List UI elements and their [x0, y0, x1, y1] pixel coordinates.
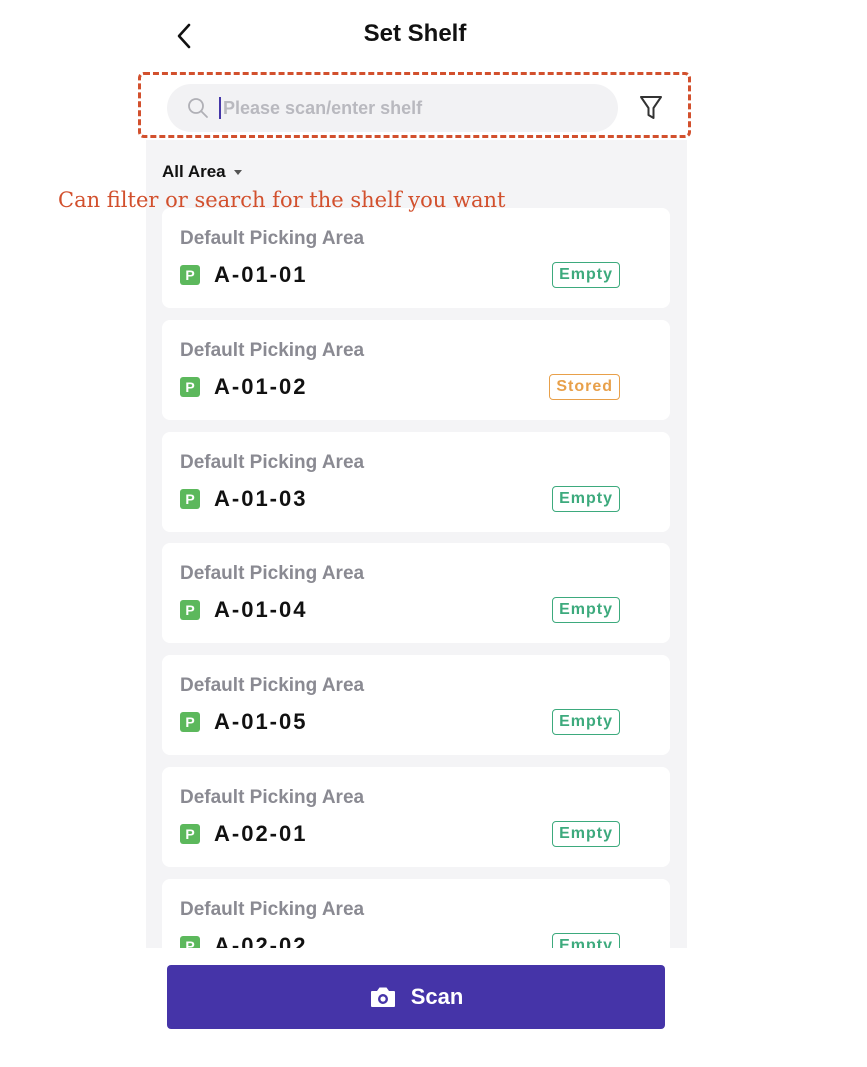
shelf-code-row: P A-01-05 [180, 709, 307, 735]
shelf-type-badge: P [180, 265, 200, 285]
shelf-card[interactable]: Default Picking Area P A-01-02 Stored [162, 319, 670, 420]
shelf-type-badge: P [180, 935, 200, 948]
page: Set Shelf Default Picking Area P A-01-01 Em… [0, 0, 867, 1067]
shelf-type-badge: P [180, 824, 200, 844]
shelf-code-row: P A-01-03 [180, 486, 307, 512]
shelf-code: A-01-01 [214, 262, 308, 287]
shelf-code: A-02-02 [214, 932, 308, 948]
shelf-status-badge: Empty [552, 932, 620, 948]
shelf-type-badge: P [180, 600, 200, 621]
filter-button[interactable] [635, 90, 667, 126]
shelf-card[interactable]: Default Picking Area P A-02-01 Empty [162, 767, 670, 867]
shelf-list[interactable]: Default Picking Area P A-01-01 Empty Default… [146, 140, 687, 948]
shelf-area-label: Default Picking Area [180, 563, 365, 585]
search-input[interactable] [223, 97, 593, 119]
shelf-code-row: P A-02-01 [180, 821, 307, 847]
shelf-card[interactable]: Default Picking Area P A-02-02 Empty [162, 878, 670, 948]
area-filter-label: All Area [162, 162, 226, 181]
scan-button-label: Scan [410, 984, 464, 1009]
shelf-code-row: P A-02-02 [180, 933, 307, 948]
shelf-code: A-01-03 [214, 485, 308, 511]
shelf-card[interactable]: Default Picking Area P A-01-01 Empty [162, 208, 670, 308]
shelf-type-badge: P [180, 488, 200, 509]
caret-down-icon [233, 169, 242, 175]
chevron-left-icon [177, 23, 191, 49]
text-cursor [219, 97, 221, 119]
shelf-code-row: P A-01-02 [180, 374, 307, 400]
shelf-card[interactable]: Default Picking Area P A-01-04 Empty [162, 543, 670, 644]
scan-button[interactable]: Scan [167, 965, 665, 1029]
search-bar[interactable] [167, 84, 618, 132]
shelf-area-label: Default Picking Area [180, 451, 365, 473]
shelf-area-label: Default Picking Area [180, 787, 365, 808]
shelf-status-badge: Empty [552, 262, 620, 288]
shelf-code-row: P A-01-04 [180, 597, 307, 623]
shelf-card[interactable]: Default Picking Area P A-01-05 Empty [162, 655, 670, 756]
shelf-card[interactable]: Default Picking Area P A-01-03 Empty [162, 431, 670, 532]
shelf-area-label: Default Picking Area [180, 675, 365, 697]
shelf-status-badge: Empty [552, 485, 620, 512]
shelf-code: A-01-04 [214, 597, 308, 623]
camera-icon [370, 987, 395, 1007]
filter-icon [640, 96, 662, 119]
shelf-status-badge: Empty [552, 597, 620, 624]
shelf-area-label: Default Picking Area [180, 898, 365, 920]
shelf-area-label: Default Picking Area [180, 228, 365, 249]
shelf-status-badge: Empty [552, 821, 620, 847]
annotation-text: Can filter or search for the shelf you w… [58, 188, 506, 212]
shelf-code-row: P A-01-01 [180, 262, 307, 288]
page-title: Set Shelf [363, 20, 467, 47]
shelf-code: A-01-02 [214, 373, 308, 399]
shelf-type-badge: P [180, 376, 200, 397]
shelf-code: A-01-05 [214, 709, 308, 735]
search-icon [187, 97, 209, 119]
back-button[interactable] [168, 18, 200, 54]
area-filter-dropdown[interactable]: All Area [162, 162, 242, 182]
shelf-status-badge: Empty [552, 709, 620, 736]
shelf-status-badge: Stored [549, 373, 620, 400]
shelf-area-label: Default Picking Area [180, 339, 365, 361]
shelf-code: A-02-01 [214, 821, 308, 846]
shelf-type-badge: P [180, 712, 200, 733]
